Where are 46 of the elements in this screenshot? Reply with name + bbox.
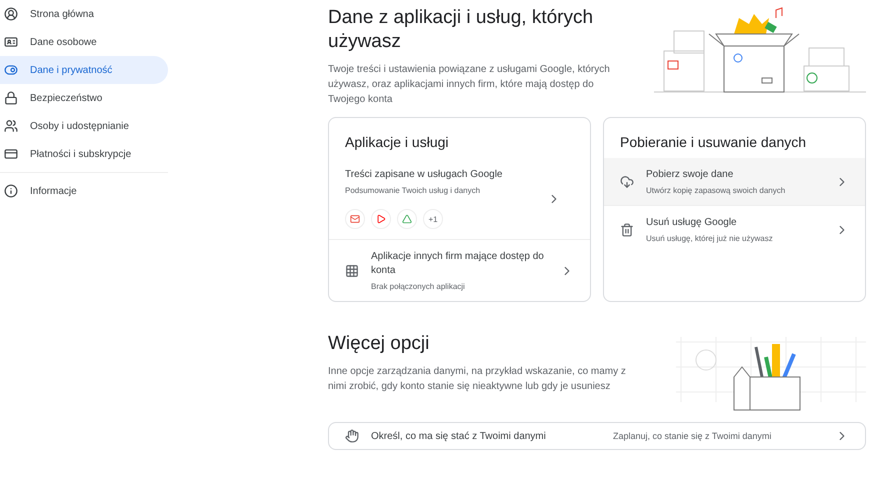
lock-icon (4, 91, 18, 105)
id-card-icon (4, 35, 18, 49)
envelope-icon (350, 214, 360, 224)
row-title: Treści zapisane w usługach Google (345, 168, 504, 182)
row-title: Pobierz swoje dane (646, 168, 734, 182)
row-title: Określ, co ma się stać z Twoimi danymi (371, 430, 547, 442)
sidebar-item[interactable]: Dane osobowe (0, 28, 168, 56)
row-subtitle: Brak połączonych aplikacji (371, 282, 466, 291)
sidebar-item[interactable]: Strona główna (0, 0, 168, 28)
people-icon (4, 119, 18, 133)
list-row[interactable]: Treści zapisane w usługach Google Podsumowanie Twoich usług i danych +1 (329, 158, 590, 239)
section-title: Więcej opcji (328, 332, 430, 356)
triangle-icon (402, 214, 412, 224)
more-apps-chip[interactable]: +1 (423, 209, 443, 229)
cloud-download-icon (620, 174, 634, 188)
app-chip[interactable] (345, 209, 365, 229)
list-row[interactable]: Pobierz swoje dane Utwórz kopię zapasową swoich danych (604, 158, 865, 205)
row-subtitle: Usuń usługę, której już nie używasz (646, 234, 774, 243)
row-title: Aplikacje innych firm mające dostęp do konta (371, 250, 545, 278)
list-row[interactable]: Usuń usługę Google Usuń usługę, której już nie używasz (604, 205, 865, 253)
account-circle-icon (4, 7, 18, 21)
card-icon (4, 147, 18, 161)
row-subtitle: Podsumowanie Twoich usług i danych (345, 186, 482, 195)
section-description: Inne opcje zarządzania danymi, na przykład wskazanie, co mamy z nimi zrobić, gdy konto stanie się nieaktywne lub gdy je usuniesz (328, 365, 627, 394)
section-description: Twoje treści i ustawienia powiązane z usługami Google, których używasz, oraz aplikacjami innych firm, które mają dostęp do Twojego konta (328, 63, 611, 107)
sidebar-item[interactable]: Bezpieczeństwo (0, 84, 168, 112)
info-icon (4, 184, 18, 198)
trash-icon (620, 222, 634, 236)
toggle-icon (4, 63, 18, 77)
sidebar-item[interactable]: Płatności i subskrypcje (0, 140, 168, 168)
app-chip[interactable] (397, 209, 417, 229)
play-icon (376, 214, 386, 224)
list-row[interactable]: Określ, co ma się stać z Twoimi danymi Zaplanuj, co stanie się z Twoimi danymi (328, 422, 866, 450)
row-subtitle: Utwórz kopię zapasową swoich danych (646, 186, 786, 195)
sidebar-item[interactable]: Informacje (0, 177, 168, 205)
sidebar-item[interactable]: Dane i prywatność (0, 56, 168, 84)
card-title: Pobieranie i usuwanie danych (620, 134, 808, 150)
grid-icon (345, 264, 359, 278)
section-title: Dane z aplikacji i usług, których używasz (328, 6, 594, 54)
card-title: Aplikacje i usługi (345, 134, 450, 150)
row-title: Usuń usługę Google (646, 216, 738, 230)
sidebar-item[interactable]: Osoby i udostępnianie (0, 112, 168, 140)
row-subtitle: Zaplanuj, co stanie się z Twoimi danymi (613, 431, 772, 441)
hand-icon (345, 429, 359, 443)
app-chip[interactable] (371, 209, 391, 229)
list-row[interactable]: Aplikacje innych firm mające dostęp do konta Brak połączonych aplikacji (329, 239, 590, 301)
